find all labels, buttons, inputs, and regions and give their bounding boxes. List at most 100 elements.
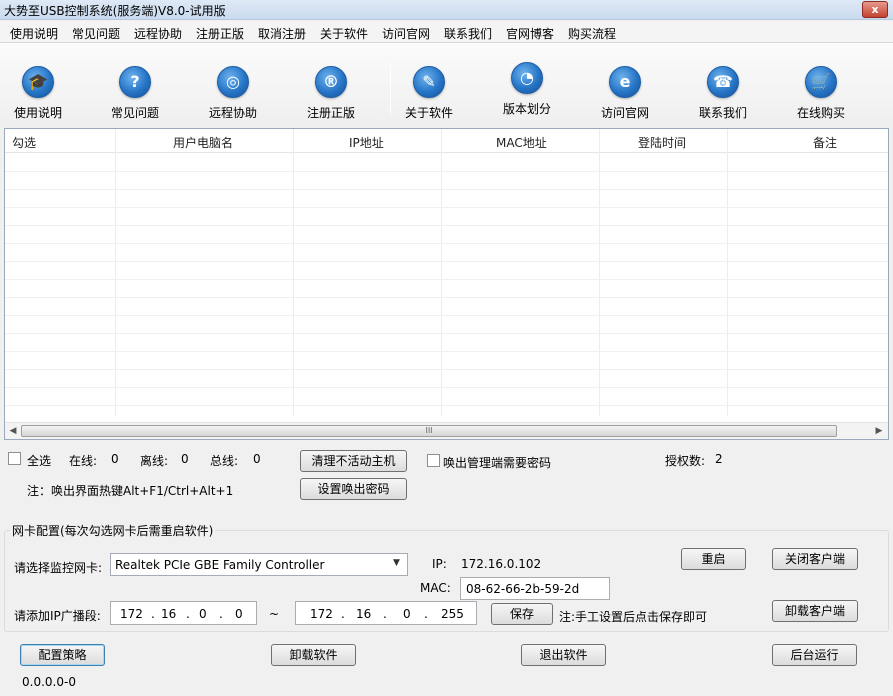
registered-icon: ®	[315, 66, 347, 98]
menu-item-website[interactable]: 访问官网	[382, 25, 430, 42]
mac-field[interactable]: 08-62-66-2b-59-2d	[460, 577, 610, 600]
scrollbar-thumb[interactable]: III	[21, 425, 837, 437]
column-header-computer-name[interactable]: 用户电脑名	[173, 134, 233, 151]
ip-dot: .	[383, 607, 387, 621]
tool-buy-online-button[interactable]: 🛒 在线购买	[781, 66, 861, 136]
require-password-label: 唤出管理端需要密码	[443, 456, 552, 470]
uninstall-client-button[interactable]: 卸载客户端	[772, 600, 858, 622]
window-title: 大势至USB控制系统(服务端)V8.0-试用版	[4, 4, 226, 18]
require-password-checkbox[interactable]	[427, 454, 440, 467]
menu-item-faq[interactable]: 常见问题	[72, 25, 120, 42]
host-list-table[interactable]: 勾选 用户电脑名 IP地址 MAC地址 登陆时间 备注 ◀ III ▶	[4, 128, 889, 440]
horizontal-scrollbar[interactable]: ◀ III ▶	[5, 422, 888, 439]
scroll-right-icon[interactable]: ▶	[872, 425, 886, 437]
tool-register-button[interactable]: ® 注册正版	[291, 66, 371, 136]
chevron-down-icon: ▼	[393, 558, 400, 568]
ip-dot: .	[186, 607, 190, 621]
row-divider	[5, 405, 888, 406]
save-note: 注:手工设置后点击保存即可	[559, 610, 708, 624]
menu-item-about[interactable]: 关于软件	[320, 25, 368, 42]
shopping-cart-icon: 🛒	[805, 66, 837, 98]
ip-range-start-input[interactable]: 172 . 16 . 0 . 0	[110, 601, 257, 625]
uninstall-software-button[interactable]: 卸载软件	[271, 644, 356, 666]
row-divider	[5, 351, 888, 352]
ip-octet: 0	[235, 607, 243, 621]
exit-software-button[interactable]: 退出软件	[521, 644, 606, 666]
tool-label: 版本划分	[502, 102, 551, 116]
column-divider	[599, 129, 600, 416]
tool-remote-help-button[interactable]: ◎ 远程协助	[193, 66, 273, 136]
ip-range-end-input[interactable]: 172 . 16 . 0 . 255	[295, 601, 477, 625]
hotkey-note: 注：唤出界面热键Alt+F1/Ctrl+Alt+1	[27, 484, 234, 498]
menu-bar: 使用说明 常见问题 远程协助 注册正版 取消注册 关于软件 访问官网 联系我们 …	[0, 21, 893, 43]
scroll-left-icon[interactable]: ◀	[6, 425, 20, 437]
tool-manual-button[interactable]: 🎓 使用说明	[0, 66, 78, 136]
telephone-icon: ☎	[707, 66, 739, 98]
restart-button[interactable]: 重启	[681, 548, 746, 570]
row-divider	[5, 333, 888, 334]
window-close-button[interactable]: x	[862, 1, 888, 18]
set-password-button[interactable]: 设置唤出密码	[300, 478, 407, 500]
row-divider	[5, 243, 888, 244]
broadcast-label: 请添加IP广播段:	[14, 609, 101, 623]
menu-item-register[interactable]: 注册正版	[196, 25, 244, 42]
column-header-select[interactable]: 勾选	[12, 134, 36, 151]
menu-item-remote-help[interactable]: 远程协助	[134, 25, 182, 42]
question-icon: ?	[119, 66, 151, 98]
menu-item-purchase[interactable]: 购买流程	[568, 25, 616, 42]
tool-label: 常见问题	[110, 106, 159, 120]
tool-contact-button[interactable]: ☎ 联系我们	[683, 66, 763, 136]
total-count: 0	[253, 452, 261, 466]
menu-item-blog[interactable]: 官网博客	[506, 25, 554, 42]
ip-label: IP:	[432, 557, 447, 571]
table-header: 勾选 用户电脑名 IP地址 MAC地址 登陆时间 备注	[5, 129, 888, 153]
column-header-mac[interactable]: MAC地址	[496, 134, 547, 151]
select-all-label: 全选	[27, 454, 52, 468]
column-header-remark[interactable]: 备注	[813, 134, 837, 151]
ip-value: 172.16.0.102	[461, 557, 542, 571]
menu-item-contact[interactable]: 联系我们	[444, 25, 492, 42]
column-divider	[115, 129, 116, 416]
menu-item-unregister[interactable]: 取消注册	[258, 25, 306, 42]
nic-select-dropdown[interactable]: Realtek PCIe GBE Family Controller ▼	[110, 553, 408, 576]
tool-label: 远程协助	[208, 106, 257, 120]
column-divider	[727, 129, 728, 416]
row-divider	[5, 387, 888, 388]
tool-website-button[interactable]: e 访问官网	[585, 66, 665, 136]
row-divider	[5, 189, 888, 190]
tool-version-button[interactable]: ◔ 版本划分	[487, 62, 567, 132]
offline-count: 0	[181, 452, 189, 466]
nic-select-label: 请选择监控网卡:	[14, 561, 103, 575]
ie-browser-icon: e	[609, 66, 641, 98]
row-divider	[5, 279, 888, 280]
tool-label: 关于软件	[404, 106, 453, 120]
column-header-ip[interactable]: IP地址	[349, 134, 384, 151]
ip-dot: .	[219, 607, 223, 621]
mac-value: 08-62-66-2b-59-2d	[466, 582, 580, 596]
tool-label: 访问官网	[600, 106, 649, 120]
config-policy-button[interactable]: 配置策略	[20, 644, 105, 666]
title-bar: 大势至USB控制系统(服务端)V8.0-试用版 x	[0, 0, 893, 20]
ip-octet: 172	[120, 607, 143, 621]
tool-label: 联系我们	[698, 106, 747, 120]
tool-label: 使用说明	[13, 106, 62, 120]
tool-faq-button[interactable]: ? 常见问题	[95, 66, 175, 136]
license-label: 授权数:	[665, 454, 706, 468]
row-divider	[5, 315, 888, 316]
tool-about-button[interactable]: ✎ 关于软件	[389, 66, 469, 136]
offline-label: 离线:	[140, 454, 169, 468]
close-client-button[interactable]: 关闭客户端	[772, 548, 858, 570]
row-divider	[5, 261, 888, 262]
row-divider	[5, 297, 888, 298]
column-header-login-time[interactable]: 登陆时间	[638, 134, 686, 151]
tool-label: 在线购买	[796, 106, 845, 120]
select-all-checkbox[interactable]	[8, 452, 21, 465]
version-label: 0.0.0.0-0	[22, 675, 76, 689]
run-in-background-button[interactable]: 后台运行	[772, 644, 857, 666]
ip-dot: .	[341, 607, 345, 621]
ip-octet: 255	[441, 607, 464, 621]
menu-item-manual[interactable]: 使用说明	[10, 25, 58, 42]
clear-inactive-hosts-button[interactable]: 清理不活动主机	[300, 450, 407, 472]
save-button[interactable]: 保存	[491, 603, 553, 625]
column-divider	[441, 129, 442, 416]
